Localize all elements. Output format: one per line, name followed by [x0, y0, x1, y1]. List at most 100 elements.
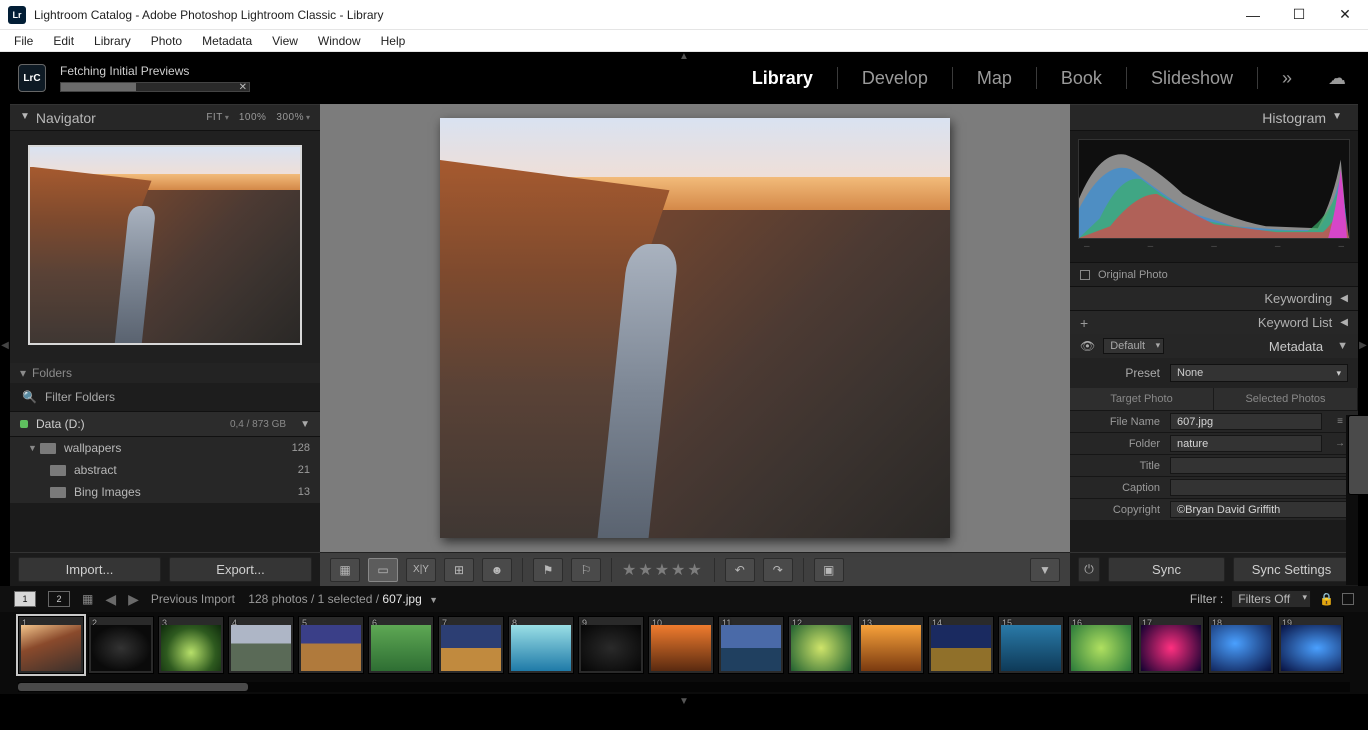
menu-file[interactable]: File [4, 32, 43, 50]
navigator-preview[interactable] [28, 145, 302, 345]
zoom-300[interactable]: 300% [276, 112, 304, 123]
folder-field[interactable]: nature [1170, 435, 1322, 452]
filmstrip-thumb[interactable]: 15 [998, 616, 1064, 674]
menu-window[interactable]: Window [308, 32, 371, 50]
title-field[interactable] [1170, 457, 1348, 474]
filmstrip-thumb[interactable]: 6 [368, 616, 434, 674]
filmstrip-thumb[interactable]: 7 [438, 616, 504, 674]
module-library[interactable]: Library [750, 68, 815, 89]
left-panel-grip[interactable]: ◀ [0, 104, 10, 586]
flag-reject-button[interactable]: ⚐ [571, 558, 601, 582]
activity-cancel-button[interactable]: ✕ [239, 82, 247, 93]
filmstrip-thumb[interactable]: 10 [648, 616, 714, 674]
metadata-set-dropdown[interactable]: Default ▾ [1103, 338, 1164, 354]
menu-library[interactable]: Library [84, 32, 141, 50]
sync-button[interactable]: Sync [1108, 557, 1225, 582]
histogram-header[interactable]: Histogram ▼ [1070, 105, 1358, 131]
copyright-field[interactable]: ©Bryan David Griffith [1170, 501, 1348, 518]
filmstrip-thumb[interactable]: 1 [18, 616, 84, 674]
metadata-header[interactable]: 👁 Default ▾ Metadata ▼ [1070, 334, 1358, 358]
collapse-filmstrip-icon[interactable]: ▼ [0, 694, 1368, 708]
right-panel-grip[interactable]: ▶ [1358, 104, 1368, 586]
menu-help[interactable]: Help [371, 32, 416, 50]
rotate-ccw-button[interactable]: ↶ [725, 558, 755, 582]
filmstrip-thumb[interactable]: 11 [718, 616, 784, 674]
filmstrip-thumb[interactable]: 4 [228, 616, 294, 674]
filter-lock-icon[interactable]: 🔒 [1319, 592, 1334, 606]
source-breadcrumb[interactable]: Previous Import 128 photos / 1 selected … [151, 592, 438, 606]
navigator-header[interactable]: ▼ Navigator FIT▾ 100% 300%▾ [10, 105, 320, 131]
screen-2-button[interactable]: 2 [48, 591, 70, 607]
filmstrip-thumb[interactable]: 9 [578, 616, 644, 674]
folders-header[interactable]: ▾ Folders [10, 363, 320, 383]
menu-metadata[interactable]: Metadata [192, 32, 262, 50]
checkbox-icon[interactable] [1080, 270, 1090, 280]
folder-row[interactable]: ▼ wallpapers128 [10, 437, 320, 459]
filmstrip-thumb[interactable]: 17 [1138, 616, 1204, 674]
filmstrip-thumb[interactable]: 14 [928, 616, 994, 674]
impromptu-slideshow-button[interactable]: ▣ [814, 558, 844, 582]
filter-dropdown[interactable]: Filters Off ▾ [1231, 590, 1311, 608]
zoom-100[interactable]: 100% [239, 112, 267, 123]
keywording-header[interactable]: Keywording◀ [1070, 286, 1358, 310]
window-maximize-button[interactable]: ☐ [1276, 0, 1322, 30]
filmstrip-thumb[interactable]: 13 [858, 616, 924, 674]
screen-1-button[interactable]: 1 [14, 591, 36, 607]
import-button[interactable]: Import... [18, 557, 161, 582]
folder-row[interactable]: abstract21 [10, 459, 320, 481]
eye-icon[interactable]: 👁 [1080, 339, 1095, 353]
caption-field[interactable] [1170, 479, 1348, 496]
module-more-button[interactable]: » [1280, 68, 1294, 89]
collapse-top-icon[interactable]: ▲ [679, 51, 689, 62]
filmstrip-scrollbar[interactable] [18, 682, 1350, 692]
module-develop[interactable]: Develop [860, 68, 930, 89]
flag-pick-button[interactable]: ⚑ [533, 558, 563, 582]
nav-back-button[interactable]: ◀ [105, 591, 116, 608]
zoom-fit[interactable]: FIT [206, 112, 223, 123]
filmstrip-thumb[interactable]: 5 [298, 616, 364, 674]
add-keyword-button[interactable]: + [1080, 315, 1088, 331]
menu-photo[interactable]: Photo [141, 32, 192, 50]
keyword-list-header[interactable]: + Keyword List◀ [1070, 310, 1358, 334]
metadata-preset-dropdown[interactable]: None▾ [1170, 364, 1348, 382]
sync-settings-button[interactable]: Sync Settings [1233, 557, 1350, 582]
menu-view[interactable]: View [262, 32, 308, 50]
module-book[interactable]: Book [1059, 68, 1104, 89]
window-minimize-button[interactable]: — [1230, 0, 1276, 30]
filmstrip-thumb[interactable]: 18 [1208, 616, 1274, 674]
grid-icon[interactable]: ▦ [82, 592, 93, 606]
module-slideshow[interactable]: Slideshow [1149, 68, 1235, 89]
view-loupe-button[interactable]: ▭ [368, 558, 398, 582]
nav-forward-button[interactable]: ▶ [128, 591, 139, 608]
filmstrip-thumb[interactable]: 8 [508, 616, 574, 674]
filename-field[interactable]: 607.jpg [1170, 413, 1322, 430]
volume-menu-icon[interactable]: ▼ [300, 419, 310, 430]
autosync-toggle[interactable]: ⏻ [1078, 557, 1100, 582]
filmstrip-thumb[interactable]: 2 [88, 616, 154, 674]
filter-folders-row[interactable]: 🔍 Filter Folders [10, 383, 320, 411]
menu-edit[interactable]: Edit [43, 32, 84, 50]
filmstrip-thumb[interactable]: 16 [1068, 616, 1134, 674]
view-grid-button[interactable]: ▦ [330, 558, 360, 582]
rotate-cw-button[interactable]: ↷ [763, 558, 793, 582]
filter-switch[interactable] [1342, 593, 1354, 605]
view-compare-button[interactable]: X|Y [406, 558, 436, 582]
loupe-image[interactable] [440, 118, 950, 538]
view-people-button[interactable]: ☻ [482, 558, 512, 582]
cloud-sync-icon[interactable]: ☁ [1326, 68, 1348, 89]
window-close-button[interactable]: ✕ [1322, 0, 1368, 30]
module-map[interactable]: Map [975, 68, 1014, 89]
right-panel-scrollbar[interactable] [1346, 415, 1358, 585]
volume-row[interactable]: Data (D:) 0,4 / 873 GB ▼ [10, 411, 320, 437]
export-button[interactable]: Export... [169, 557, 312, 582]
tab-target-photo[interactable]: Target Photo [1070, 388, 1214, 410]
rating-stars[interactable]: ★★★★★ [622, 560, 704, 580]
filmstrip-thumb[interactable]: 3 [158, 616, 224, 674]
toolbar-menu-icon[interactable]: ▼ [1030, 558, 1060, 582]
view-survey-button[interactable]: ⊞ [444, 558, 474, 582]
original-photo-row[interactable]: Original Photo [1070, 262, 1358, 286]
filmstrip-thumb[interactable]: 19 [1278, 616, 1344, 674]
filmstrip-thumb[interactable]: 12 [788, 616, 854, 674]
folder-row[interactable]: Bing Images13 [10, 481, 320, 503]
tab-selected-photos[interactable]: Selected Photos [1214, 388, 1358, 410]
